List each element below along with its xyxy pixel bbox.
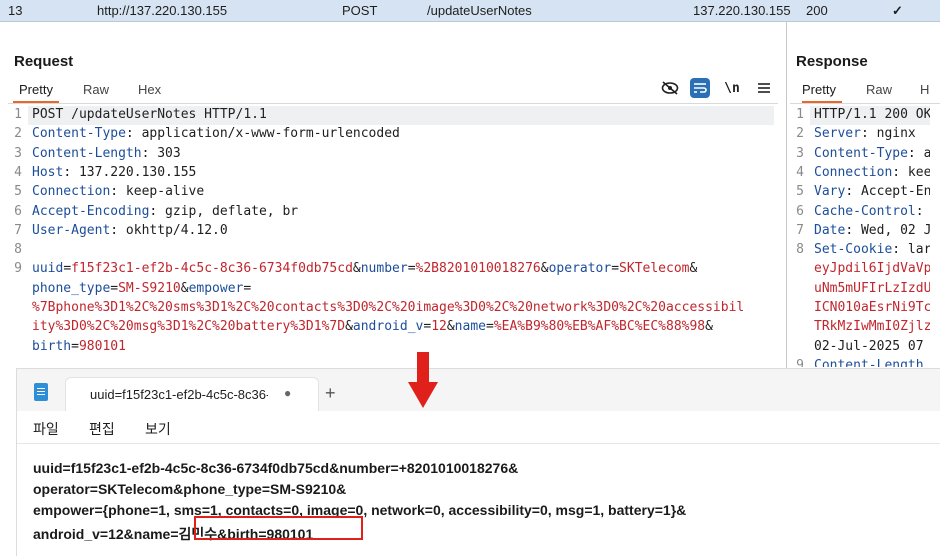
- line-number: 9: [796, 357, 804, 367]
- header-line: Connection: keep-alive: [32, 184, 205, 200]
- new-tab-button[interactable]: +: [325, 383, 336, 404]
- body-line: phone_type=SM-S9210&empower=: [32, 280, 252, 296]
- notepad-text-area[interactable]: uuid=f15f23c1-ef2b-4c5c-8c36-6734f0db75c…: [17, 443, 940, 556]
- header-line: Content-Type: application/json: [814, 145, 930, 161]
- header-line: User-Agent: okhttp/4.12.0: [32, 222, 228, 238]
- line-number: 2: [14, 126, 22, 142]
- history-row[interactable]: 13 http://137.220.130.155 POST /updateUs…: [0, 0, 940, 22]
- header-line: Vary: Accept-Encoding: [814, 184, 930, 200]
- line-number: 7: [796, 222, 804, 238]
- menu-view[interactable]: 보기: [145, 419, 171, 439]
- cookie-line: TRkMzIwMmI0Zjlz: [814, 319, 930, 335]
- cookie-line: 02-Jul-2025 07: [814, 338, 924, 354]
- line-number: 8: [14, 242, 22, 258]
- response-tabs-divider: [790, 103, 940, 104]
- menu-edit[interactable]: 편집: [89, 419, 115, 439]
- response-editor[interactable]: 1 2 3 4 5 6 7 8 9 HTTP/1.1 200 OK Server…: [790, 105, 930, 367]
- header-line: Connection: keep-alive: [814, 164, 930, 180]
- line-number: 1: [796, 107, 804, 122]
- line-number: 4: [796, 164, 804, 180]
- request-editor[interactable]: 1 2 3 4 5 6 7 8 9 POST /updateUserNotes …: [8, 105, 778, 355]
- line-number: 8: [796, 242, 804, 258]
- line-number: 5: [796, 184, 804, 200]
- history-ip: 137.220.130.155: [693, 3, 791, 18]
- response-title: Response: [796, 53, 868, 70]
- header-line: Cache-Control: no-cache: [814, 203, 930, 219]
- line-number: 3: [796, 145, 804, 161]
- history-host: http://137.220.130.155: [97, 3, 228, 18]
- header-line: Accept-Encoding: gzip, deflate, br: [32, 203, 299, 219]
- body-line: %7Bphone%3D1%2C%20sms%3D1%2C%20contacts%…: [32, 300, 745, 315]
- panel-divider[interactable]: [786, 22, 787, 372]
- check-icon: ✓: [892, 3, 903, 18]
- line-number: 2: [796, 126, 804, 142]
- wrap-lines-icon[interactable]: [690, 78, 710, 98]
- line-number: 7: [14, 222, 22, 238]
- line-number: 1: [14, 107, 22, 122]
- notepad-line: operator=SKTelecom&phone_type=SM-S9210&: [33, 481, 347, 497]
- tab-raw[interactable]: Raw: [866, 82, 892, 97]
- header-line: Content-Length: 303: [32, 145, 181, 161]
- body-line: uuid=f15f23c1-ef2b-4c5c-8c36-6734f0db75c…: [32, 261, 698, 277]
- line-number: 6: [14, 203, 22, 219]
- notepad-line: uuid=f15f23c1-ef2b-4c5c-8c36-6734f0db75c…: [33, 460, 519, 476]
- line-number: 9: [14, 261, 22, 277]
- header-line: Content-Type: application/x-www-form-url…: [32, 126, 400, 142]
- request-tabs-divider: [8, 103, 778, 104]
- history-method: POST: [342, 3, 378, 18]
- tab-pretty[interactable]: Pretty: [13, 82, 59, 103]
- down-arrow-icon: [408, 352, 438, 408]
- cookie-line: uNm5mUFIrLzIzdU: [814, 280, 930, 296]
- history-status: 200: [806, 3, 828, 18]
- history-id: 13: [8, 3, 23, 18]
- line-number: 4: [14, 164, 22, 180]
- header-line: Content-Length: [814, 357, 924, 367]
- notepad-tab-title: uuid=f15f23c1-ef2b-4c5c-8c36-673: [90, 387, 268, 402]
- hide-eye-icon[interactable]: [660, 78, 680, 98]
- line-number: 3: [14, 145, 22, 161]
- request-line: POST /updateUserNotes HTTP/1.1: [32, 107, 267, 122]
- header-line: Host: 137.220.130.155: [32, 164, 197, 180]
- cookie-line: ICN010aEsrNi9Tc: [814, 300, 930, 315]
- header-line: Server: nginx: [814, 126, 916, 142]
- newline-toggle[interactable]: \n: [722, 78, 742, 98]
- notepad-tab[interactable]: uuid=f15f23c1-ef2b-4c5c-8c36-673 ●: [65, 377, 319, 411]
- history-path: /updateUserNotes: [427, 3, 532, 18]
- notepad-window: uuid=f15f23c1-ef2b-4c5c-8c36-673 ● + 파일 …: [16, 368, 940, 556]
- menu-file[interactable]: 파일: [33, 419, 59, 439]
- line-number: 6: [796, 203, 804, 219]
- highlight-box: [194, 516, 363, 540]
- notepad-menu-bar: 파일 편집 보기: [17, 411, 940, 443]
- tab-hex[interactable]: H: [920, 82, 929, 97]
- header-line: Set-Cookie: laravel: [814, 242, 930, 258]
- request-toolbar: \n: [660, 78, 778, 98]
- unsaved-dot-icon[interactable]: ●: [284, 386, 291, 400]
- body-line: ity%3D0%2C%20msg%3D1%2C%20battery%3D1%7D…: [32, 319, 713, 335]
- line-number: 5: [14, 184, 22, 200]
- header-line: Date: Wed, 02 Jul 2025: [814, 222, 930, 238]
- tab-hex[interactable]: Hex: [138, 82, 161, 97]
- body-line: birth=980101: [32, 338, 126, 354]
- tab-raw[interactable]: Raw: [83, 82, 109, 97]
- cookie-line: eyJpdil6IjdVaVp: [814, 261, 930, 277]
- menu-icon[interactable]: [754, 78, 774, 98]
- request-title: Request: [14, 53, 74, 70]
- notepad-app-icon: [34, 383, 48, 401]
- status-line: HTTP/1.1 200 OK: [814, 107, 930, 122]
- tab-pretty[interactable]: Pretty: [802, 82, 842, 103]
- response-tabs: Pretty Raw H: [802, 82, 940, 104]
